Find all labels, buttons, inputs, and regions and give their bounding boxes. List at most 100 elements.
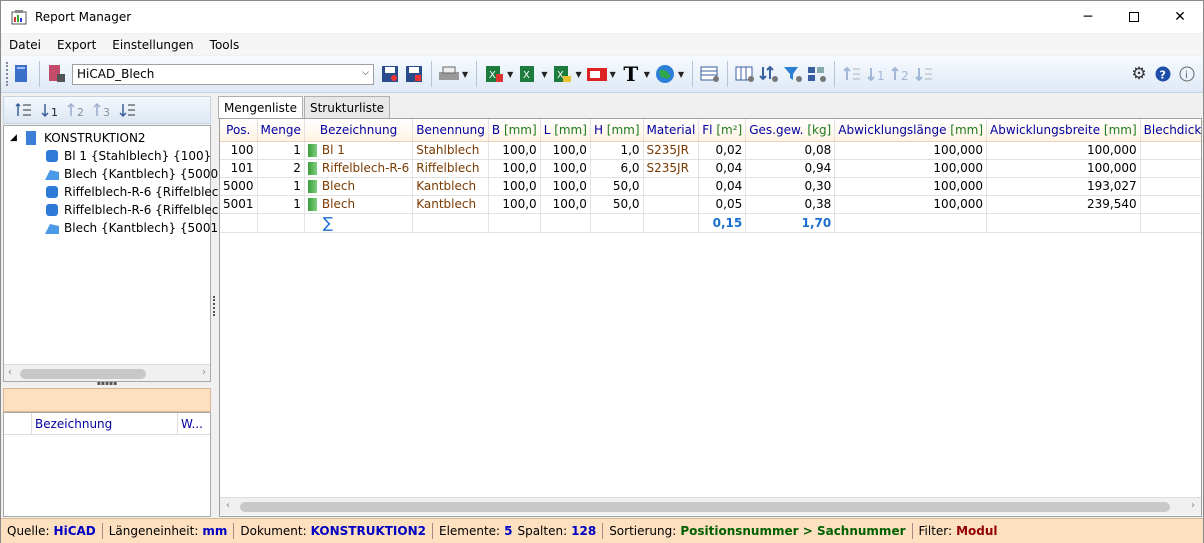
table-cell[interactable]: 100 xyxy=(220,141,258,160)
table-cell[interactable]: 0,04 xyxy=(698,177,747,196)
table-cell[interactable]: 1,0 xyxy=(590,141,644,160)
table-cell[interactable]: 0,38 xyxy=(745,195,836,214)
columns-button[interactable] xyxy=(733,62,757,86)
menu-datei[interactable]: Datei xyxy=(1,38,49,52)
tree-item[interactable]: Riffelblech-R-6 {Riffelblech} xyxy=(44,201,234,219)
column-header[interactable]: L [mm] xyxy=(540,119,591,142)
tab-strukturliste[interactable]: Strukturliste xyxy=(303,96,391,118)
table-cell[interactable]: 100,000 xyxy=(834,159,988,178)
table-cell[interactable]: 100,0 xyxy=(488,177,541,196)
grid-horizontal-scrollbar[interactable]: ‹ › xyxy=(220,497,1201,515)
export-excel-button[interactable]: X xyxy=(482,62,506,86)
table-cell[interactable]: Bl 1 xyxy=(304,141,414,160)
table-cell[interactable]: 239,540 xyxy=(986,195,1141,214)
template-combobox[interactable]: HiCAD_Blech ⌵ xyxy=(72,63,374,85)
column-header[interactable]: Abwicklungsbreite [mm] xyxy=(986,119,1141,142)
table-row[interactable]: 5000 1 Blech Kantblech 100,0 100,0 50,0 0,04 0,3… xyxy=(220,177,1201,196)
tree-expand-button[interactable] xyxy=(116,98,140,122)
scroll-left-icon[interactable]: ‹ xyxy=(8,367,12,378)
export-excel-dropdown-icon[interactable]: ▼ xyxy=(507,70,513,79)
table-cell[interactable]: 2 xyxy=(257,159,305,178)
font-dropdown-icon[interactable]: ▼ xyxy=(644,70,650,79)
table-cell[interactable]: 1 xyxy=(257,141,305,160)
scroll-thumb[interactable] xyxy=(240,502,1170,512)
table-row[interactable]: 100 1 Bl 1 Stahlblech 100,0 100,0 1,0 S235JR 0,0… xyxy=(220,141,1201,160)
menu-einstellungen[interactable]: Einstellungen xyxy=(104,38,201,52)
table-cell[interactable]: 100,0 xyxy=(540,159,591,178)
excel-button[interactable]: X xyxy=(516,62,540,86)
property-col-bezeichnung[interactable]: Bezeichnung xyxy=(32,412,178,435)
tree-sort-3-button[interactable]: 3 xyxy=(90,98,114,122)
table-cell[interactable]: Kantblech xyxy=(412,195,489,214)
table-cell[interactable]: 100,000 xyxy=(834,195,988,214)
column-header[interactable]: Ges.gew. [kg] xyxy=(745,119,836,142)
tree-root[interactable]: ◢ KONSTRUKTION2 xyxy=(10,129,146,147)
minimize-button[interactable]: ─ xyxy=(1065,1,1111,33)
table-cell[interactable]: Riffelblech xyxy=(412,159,489,178)
tree-sort-2-button[interactable]: 2 xyxy=(64,98,88,122)
column-header[interactable]: Abwicklungslänge [mm] xyxy=(834,119,988,142)
scroll-thumb[interactable] xyxy=(20,369,146,379)
table-cell[interactable]: 0,04 xyxy=(698,159,747,178)
tree-item[interactable]: Blech {Kantblech} {5000} xyxy=(44,165,226,183)
tree-item[interactable]: Riffelblech-R-6 {Riffelblech} xyxy=(44,183,234,201)
column-header[interactable]: Fl [m²] xyxy=(698,119,747,142)
table-cell[interactable]: 100,0 xyxy=(540,177,591,196)
table-cell[interactable]: 100,0 xyxy=(540,195,591,214)
table-cell[interactable]: Stahlblech xyxy=(412,141,489,160)
tree-horizontal-scrollbar[interactable]: ‹ › xyxy=(4,364,210,381)
table-cell[interactable]: S235JR xyxy=(643,141,700,160)
tree-sort-button[interactable] xyxy=(12,98,36,122)
table-cell[interactable]: 100,000 xyxy=(834,141,988,160)
close-button[interactable]: ✕ xyxy=(1157,1,1203,33)
sort-2-button[interactable]: 2 xyxy=(888,62,912,86)
excel-dropdown-icon[interactable]: ▼ xyxy=(541,70,547,79)
column-header[interactable]: H [mm] xyxy=(590,119,644,142)
filter-button[interactable] xyxy=(781,62,805,86)
help-button[interactable]: ? xyxy=(1151,62,1175,86)
table-cell[interactable]: 0,02 xyxy=(698,141,747,160)
save-as-button[interactable] xyxy=(402,62,426,86)
column-header[interactable]: Blechdicke [mm] xyxy=(1140,119,1201,142)
table-cell[interactable]: Blech xyxy=(304,195,414,214)
column-header[interactable]: Benennung xyxy=(412,119,489,142)
column-header[interactable]: Material xyxy=(643,119,700,142)
table-cell[interactable]: 0,94 xyxy=(745,159,836,178)
maximize-button[interactable] xyxy=(1111,1,1157,33)
table-row[interactable]: 5001 1 Blech Kantblech 100,0 100,0 50,0 0,05 0,3… xyxy=(220,195,1201,214)
table-cell[interactable]: 0,08 xyxy=(745,141,836,160)
table-cell[interactable]: Riffelblech-R-6 xyxy=(304,159,414,178)
group-button[interactable] xyxy=(805,62,829,86)
scroll-right-icon[interactable]: › xyxy=(1191,500,1195,511)
table-cell[interactable] xyxy=(643,177,700,196)
image-export-button[interactable] xyxy=(585,62,609,86)
collapse-icon[interactable]: ◢ xyxy=(10,133,22,143)
column-header[interactable]: Bezeichnung xyxy=(304,119,414,142)
save-button[interactable] xyxy=(378,62,402,86)
menu-export[interactable]: Export xyxy=(49,38,104,52)
image-export-dropdown-icon[interactable]: ▼ xyxy=(610,70,616,79)
tab-mengenliste[interactable]: Mengenliste xyxy=(218,96,303,119)
table-cell[interactable]: 100,000 xyxy=(986,141,1141,160)
table-settings-button[interactable] xyxy=(698,62,722,86)
excel-template-dropdown-icon[interactable]: ▼ xyxy=(575,70,581,79)
move-first-button[interactable] xyxy=(840,62,864,86)
property-col-value[interactable]: W... xyxy=(178,417,203,431)
table-cell[interactable]: 1 xyxy=(257,195,305,214)
column-header[interactable]: Menge xyxy=(257,119,305,142)
table-cell[interactable]: Kantblech xyxy=(412,177,489,196)
table-cell[interactable]: 50,0 xyxy=(590,195,644,214)
table-cell[interactable]: 50,0 xyxy=(590,177,644,196)
table-cell[interactable]: 2,00 xyxy=(1140,195,1201,214)
scroll-left-icon[interactable]: ‹ xyxy=(226,500,230,511)
vertical-splitter[interactable] xyxy=(212,96,216,516)
table-cell[interactable]: 5001 xyxy=(220,195,258,214)
template-button[interactable] xyxy=(45,62,69,86)
table-cell[interactable]: 5000 xyxy=(220,177,258,196)
table-cell[interactable]: Blech xyxy=(304,177,414,196)
sort-1-down-button[interactable]: 1 xyxy=(864,62,888,86)
font-button[interactable]: T xyxy=(619,62,643,86)
sort-settings-button[interactable] xyxy=(757,62,781,86)
table-cell[interactable]: 193,027 xyxy=(986,177,1141,196)
table-cell[interactable]: 6,00 xyxy=(1140,159,1201,178)
